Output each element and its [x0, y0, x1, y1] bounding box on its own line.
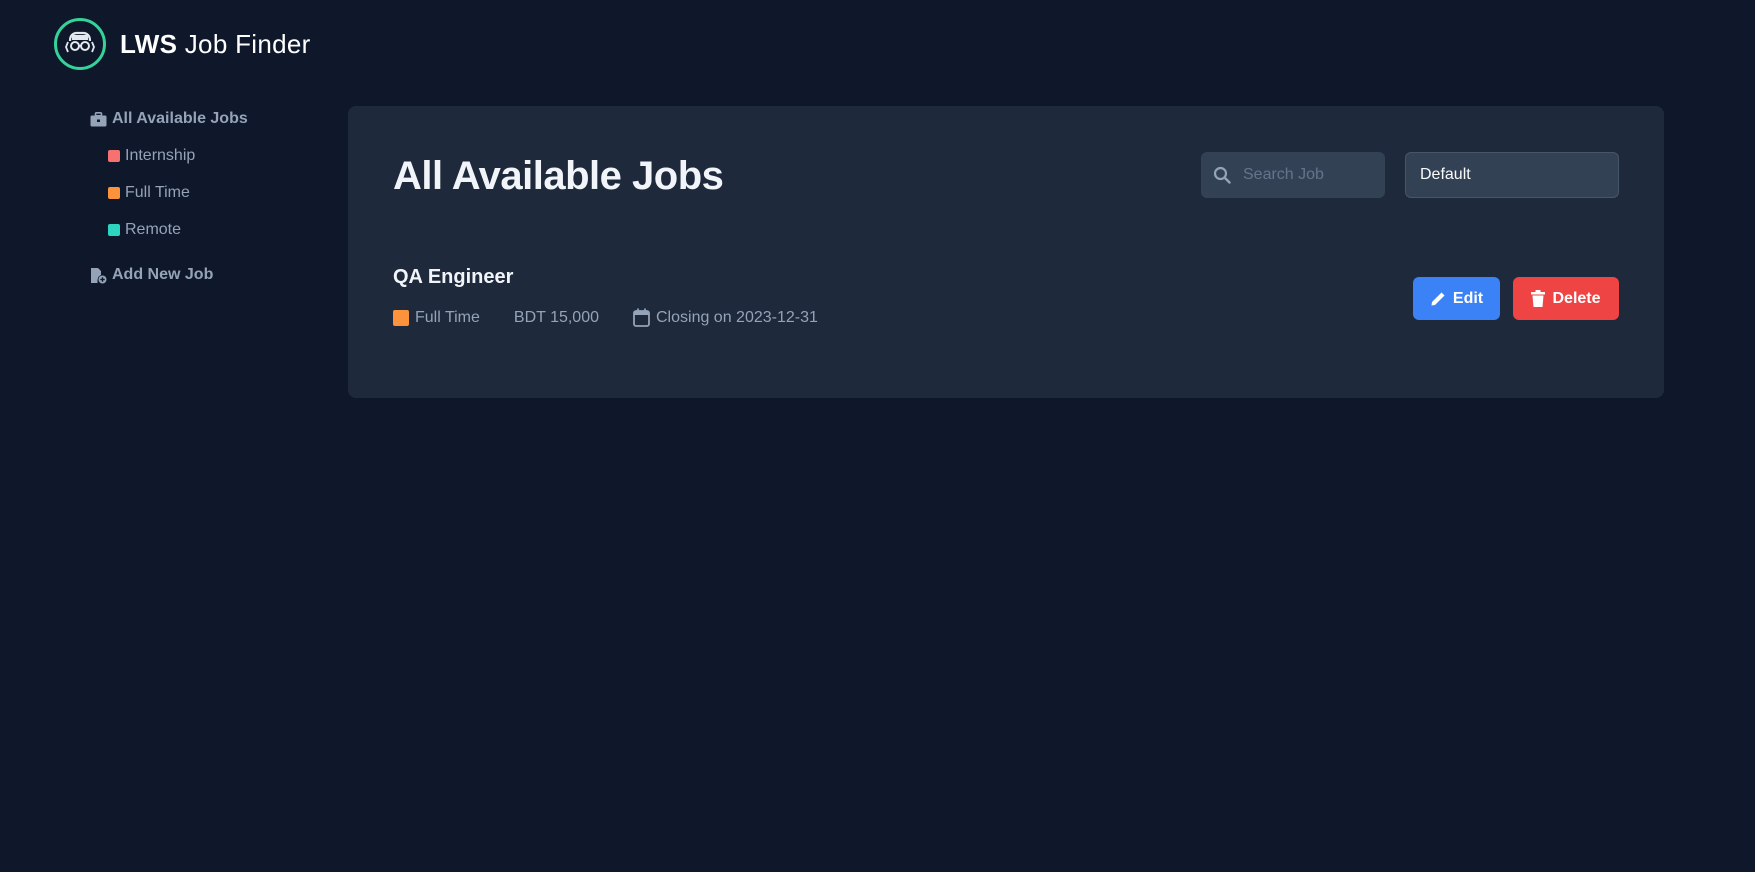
- search-icon: [1213, 166, 1231, 184]
- brand-rest: Job Finder: [177, 28, 311, 59]
- calendar-icon: [633, 308, 650, 327]
- job-type: Full Time: [393, 309, 480, 327]
- sidebar-item-full-time[interactable]: Full Time: [108, 182, 320, 204]
- job-deadline: Closing on 2023-12-31: [633, 308, 818, 327]
- sidebar-item-label: Internship: [125, 147, 196, 164]
- sidebar-item-label: Add New Job: [112, 266, 214, 283]
- delete-button[interactable]: Delete: [1513, 277, 1619, 320]
- job-deadline-label: Closing on 2023-12-31: [656, 308, 818, 326]
- briefcase-icon: [90, 111, 107, 126]
- job-title: QA Engineer: [393, 266, 514, 288]
- pencil-icon: [1431, 292, 1445, 305]
- app-header: LWS Job Finder: [54, 18, 311, 70]
- sidebar-item-label: All Available Jobs: [112, 110, 248, 127]
- sidebar-item-add-new-job[interactable]: Add New Job: [90, 264, 320, 286]
- developer-glasses-icon: [65, 31, 95, 53]
- job-type-color-dot: [393, 309, 409, 326]
- remote-color-dot: [108, 224, 120, 236]
- search-input[interactable]: [1241, 165, 1371, 185]
- brand-name[interactable]: LWS Job Finder: [120, 29, 311, 60]
- brand-bold: LWS: [120, 28, 178, 59]
- sort-select-value: Default: [1420, 166, 1471, 183]
- sort-select[interactable]: Default: [1405, 152, 1619, 198]
- job-salary: BDT 15,000: [514, 309, 599, 327]
- full-time-color-dot: [108, 187, 120, 199]
- sidebar-item-internship[interactable]: Internship: [108, 145, 320, 167]
- internship-color-dot: [108, 150, 120, 162]
- sidebar: All Available Jobs Internship Full Time …: [90, 108, 320, 286]
- edit-button-label: Edit: [1452, 289, 1484, 307]
- job-type-label: Full Time: [415, 308, 480, 326]
- page-title: All Available Jobs: [393, 154, 724, 198]
- job-meta: Full Time BDT 15,000 Closing on 2023-12-…: [393, 308, 852, 327]
- job-salary-label: BDT 15,000: [513, 308, 599, 326]
- file-add-icon: [91, 267, 107, 283]
- edit-button[interactable]: Edit: [1413, 277, 1500, 320]
- logo[interactable]: [54, 18, 106, 70]
- delete-button-label: Delete: [1552, 289, 1601, 307]
- jobs-panel: All Available Jobs Default QA Engineer F…: [348, 106, 1664, 398]
- sidebar-item-label: Full Time: [125, 184, 190, 201]
- sidebar-item-label: Remote: [125, 221, 182, 238]
- search-box[interactable]: [1201, 152, 1385, 198]
- trash-icon: [1531, 290, 1546, 307]
- sidebar-item-all-jobs[interactable]: All Available Jobs: [90, 108, 320, 130]
- sidebar-item-remote[interactable]: Remote: [108, 219, 320, 241]
